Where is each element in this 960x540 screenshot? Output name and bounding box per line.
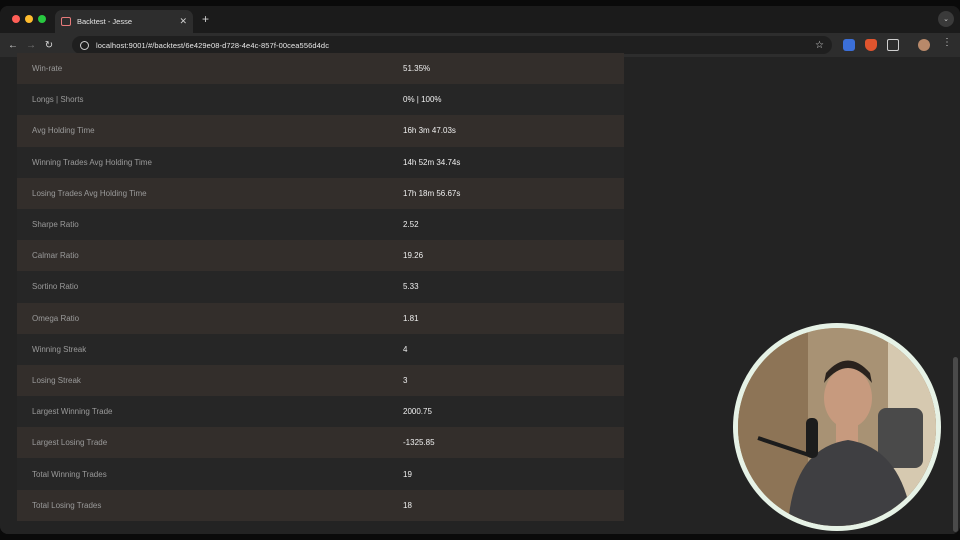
metric-value: 14h 52m 34.74s <box>403 157 461 167</box>
metric-row: Sortino Ratio 5.33 <box>17 271 624 303</box>
metric-label: Total Losing Trades <box>32 500 102 510</box>
tab-search-button[interactable]: ⌄ <box>938 11 954 27</box>
metric-value: 19.26 <box>403 251 424 261</box>
metric-label: Omega Ratio <box>32 313 80 323</box>
scrollbar[interactable] <box>953 357 958 532</box>
metric-label: Avg Holding Time <box>32 126 95 136</box>
metric-label: Losing Trades Avg Holding Time <box>32 188 147 198</box>
metric-row: Total Losing Trades 18 <box>17 489 624 521</box>
monitor-icon <box>61 17 71 26</box>
metric-value: 16h 3m 47.03s <box>403 126 456 136</box>
metric-label: Calmar Ratio <box>32 251 79 261</box>
metric-value: 2000.75 <box>403 407 432 417</box>
metric-label: Largest Winning Trade <box>32 407 113 417</box>
close-window-button[interactable] <box>12 15 20 23</box>
metric-label: Win-rate <box>32 64 63 74</box>
extension-icon-blue[interactable] <box>843 39 855 51</box>
metric-row: Omega Ratio 1.81 <box>17 302 624 334</box>
metric-label: Losing Streak <box>32 375 81 385</box>
metric-row: Winning Trades Avg Holding Time 14h 52m 3… <box>17 146 624 178</box>
metric-value: 0% | 100% <box>403 95 442 105</box>
minimize-window-button[interactable] <box>25 15 33 23</box>
metric-value: 1.81 <box>403 313 419 323</box>
forward-icon[interactable]: → <box>22 40 40 51</box>
metric-label: Longs | Shorts <box>32 95 84 105</box>
metric-row: Longs | Shorts 0% | 100% <box>17 84 624 116</box>
metric-label: Sharpe Ratio <box>32 220 79 230</box>
extension-icon-orange[interactable] <box>865 39 877 51</box>
close-tab-icon[interactable]: ✕ <box>179 16 187 27</box>
webcam-overlay <box>733 323 941 531</box>
metric-value: 2.52 <box>403 220 419 230</box>
metric-row: Sharpe Ratio 2.52 <box>17 208 624 241</box>
metric-value: 4 <box>403 344 408 354</box>
metrics-table: Win-rate 51.35% Longs | Shorts 0% | 100% Avg… <box>17 53 624 521</box>
back-icon[interactable]: ← <box>4 40 22 51</box>
presenter-image <box>738 328 936 526</box>
url-text[interactable]: localhost:9001/#/backtest/6e429e08-d728-… <box>96 41 815 50</box>
metric-row: Total Winning Trades 19 <box>17 458 624 490</box>
metric-value: 17h 18m 56.67s <box>403 188 461 198</box>
metric-value: 19 <box>403 469 412 479</box>
metric-row: Losing Trades Avg Holding Time 17h 18m 56… <box>17 177 624 209</box>
metric-label: Winning Streak <box>32 344 87 354</box>
extensions-puzzle-icon[interactable] <box>887 39 899 51</box>
metric-value: 3 <box>403 375 408 385</box>
metric-row: Win-rate 51.35% <box>17 53 624 85</box>
metric-row: Avg Holding Time 16h 3m 47.03s <box>17 115 624 147</box>
bookmark-star-icon[interactable]: ☆ <box>815 40 824 51</box>
reload-icon[interactable]: ↻ <box>40 40 58 51</box>
tab-backtest[interactable]: Backtest - Jesse ✕ <box>55 10 193 33</box>
address-bar[interactable]: localhost:9001/#/backtest/6e429e08-d728-… <box>72 36 832 54</box>
new-tab-button[interactable]: + <box>202 12 209 26</box>
metric-label: Total Winning Trades <box>32 469 107 479</box>
tab-title: Backtest - Jesse <box>77 17 133 26</box>
maximize-window-button[interactable] <box>38 15 46 23</box>
metric-label: Sortino Ratio <box>32 282 79 292</box>
browser-menu-icon[interactable]: ⋮ <box>942 37 952 49</box>
metric-row: Calmar Ratio 19.26 <box>17 240 624 272</box>
metric-row: Largest Winning Trade 2000.75 <box>17 396 624 428</box>
metric-row: Losing Streak 3 <box>17 364 624 397</box>
metric-value: 18 <box>403 500 412 510</box>
site-info-icon[interactable] <box>80 40 89 50</box>
metric-value: 51.35% <box>403 64 431 74</box>
webcam-video <box>738 328 936 526</box>
metric-label: Winning Trades Avg Holding Time <box>32 157 152 167</box>
metric-row: Largest Losing Trade -1325.85 <box>17 427 624 459</box>
metric-row: Winning Streak 4 <box>17 333 624 365</box>
metric-value: -1325.85 <box>403 438 435 448</box>
metric-value: 5.33 <box>403 282 419 292</box>
metric-label: Largest Losing Trade <box>32 438 108 448</box>
profile-avatar[interactable] <box>918 39 930 51</box>
tab-bar: Backtest - Jesse ✕ + ⌄ <box>0 6 960 33</box>
